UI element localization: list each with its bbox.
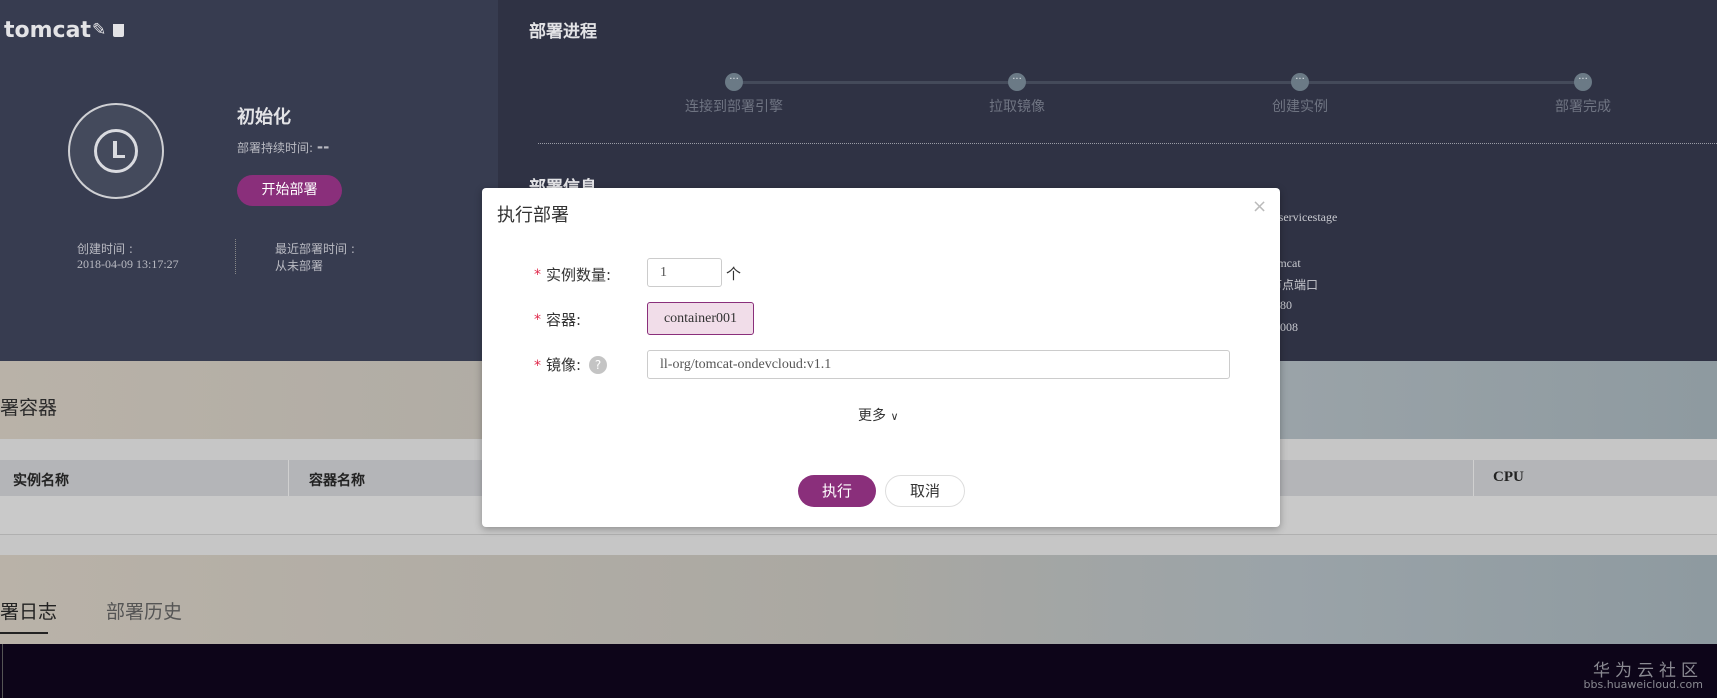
created-value: 2018-04-09 13:17:27 <box>77 257 179 271</box>
divider <box>235 239 236 274</box>
step-label: 创建实例 <box>1272 99 1328 115</box>
app-summary-panel: tomcat ✎ 初始化 部署持续时间: -- 开始部署 创建时间 : 2018… <box>0 0 498 361</box>
column-header: 实例名称 <box>13 473 69 489</box>
step-label: 部署完成 <box>1555 99 1611 115</box>
containers-title: 署容器 <box>0 397 58 419</box>
delete-icon[interactable] <box>113 24 124 37</box>
instance-count-input[interactable] <box>647 258 722 287</box>
column-header: CPU <box>1493 469 1524 485</box>
cancel-button[interactable]: 取消 <box>885 475 965 507</box>
status-clock-icon <box>68 103 164 199</box>
start-deploy-button[interactable]: 开始部署 <box>237 175 342 206</box>
progress-title: 部署进程 <box>529 22 597 42</box>
watermark-url: bbs.huaweicloud.com <box>1583 678 1703 691</box>
column-header: 容器名称 <box>309 473 365 489</box>
step-label: 连接到部署引擎 <box>685 99 783 115</box>
duration-label: 部署持续时间: -- <box>237 138 330 156</box>
progress-track <box>734 81 1583 84</box>
tab-deploy-history[interactable]: 部署历史 <box>106 597 182 624</box>
last-deploy-value: 从未部署 <box>275 259 324 273</box>
footer: 华为云社区 bbs.huaweicloud.com <box>0 644 1717 698</box>
step-dot: ··· <box>725 73 743 91</box>
image-input[interactable] <box>647 350 1230 379</box>
section-divider <box>538 143 1717 144</box>
close-icon[interactable]: × <box>1252 196 1267 217</box>
instance-unit: 个 <box>726 265 742 283</box>
dialog-title: 执行部署 <box>497 205 569 226</box>
status-label: 初始化 <box>237 107 291 128</box>
edit-icon[interactable]: ✎ <box>92 20 106 40</box>
step-dot: ··· <box>1291 73 1309 91</box>
last-deploy-label: 最近部署时间 : <box>275 242 355 256</box>
image-label: 镜像: <box>546 356 582 374</box>
more-toggle[interactable]: 更多 ∨ <box>858 405 899 425</box>
execute-deploy-dialog: 执行部署 × * 实例数量: 个 * 容器: container001 * 镜像… <box>482 188 1280 527</box>
container-option[interactable]: container001 <box>647 302 754 335</box>
tab-deploy-log[interactable]: 署日志 <box>0 597 57 624</box>
chevron-down-icon: ∨ <box>890 410 899 423</box>
app-name: tomcat <box>4 18 91 43</box>
step-dot: ··· <box>1008 73 1026 91</box>
created-label: 创建时间 : <box>77 242 133 256</box>
execute-button[interactable]: 执行 <box>798 475 876 507</box>
step-label: 拉取镜像 <box>989 99 1045 115</box>
container-label: 容器: <box>546 311 582 329</box>
instance-count-label: 实例数量: <box>546 266 612 284</box>
help-icon[interactable]: ? <box>589 356 607 374</box>
required-icon: * <box>534 358 541 374</box>
step-dot: ··· <box>1574 73 1592 91</box>
required-icon: * <box>534 312 541 328</box>
required-icon: * <box>534 267 541 283</box>
